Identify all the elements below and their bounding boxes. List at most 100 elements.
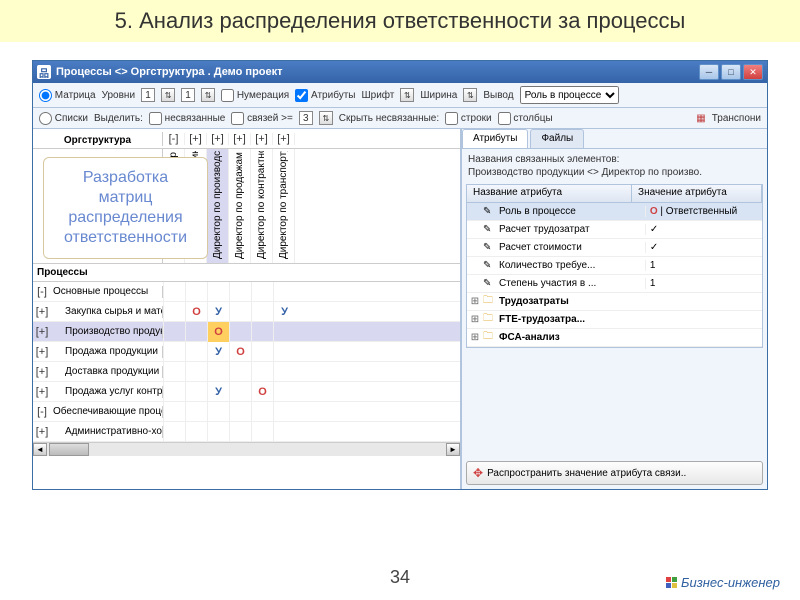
column-header[interactable]: Директор по продажам ... xyxy=(229,149,251,263)
attribute-folder[interactable]: ⊞🗀Трудозатраты xyxy=(467,293,762,311)
matrix-cell[interactable] xyxy=(273,422,295,442)
row-expand[interactable]: [-] xyxy=(33,406,51,418)
matrix-cell[interactable]: У xyxy=(207,342,229,362)
minimize-button[interactable]: ─ xyxy=(699,64,719,80)
row-expand[interactable]: [-] xyxy=(33,286,51,298)
row-expand[interactable]: [+] xyxy=(33,346,51,358)
matrix-cell[interactable] xyxy=(163,402,185,422)
matrix-cell[interactable] xyxy=(273,382,295,402)
matrix-cell[interactable] xyxy=(251,342,273,362)
matrix-cell[interactable] xyxy=(163,282,185,302)
matrix-cell[interactable] xyxy=(163,422,185,442)
font-stepper[interactable]: ⇅ xyxy=(400,88,414,102)
output-select[interactable]: Роль в процессе xyxy=(520,86,619,104)
matrix-row[interactable]: [+]Продажа продукцииУО xyxy=(33,342,460,362)
matrix-cell[interactable] xyxy=(163,382,185,402)
matrix-cell[interactable] xyxy=(207,402,229,422)
matrix-cell[interactable] xyxy=(207,282,229,302)
scroll-right-icon[interactable]: ► xyxy=(446,443,460,456)
matrix-cell[interactable] xyxy=(185,362,207,382)
maximize-button[interactable]: □ xyxy=(721,64,741,80)
matrix-cell[interactable] xyxy=(273,402,295,422)
matrix-row[interactable]: [+]Административно-хозяйственное ... xyxy=(33,422,460,442)
tab-attributes[interactable]: Атрибуты xyxy=(462,129,528,148)
matrix-cell[interactable] xyxy=(229,422,251,442)
col-expand[interactable]: [+] xyxy=(251,133,273,145)
attr-col-name[interactable]: Название атрибута xyxy=(467,185,632,202)
matrix-cell[interactable] xyxy=(207,362,229,382)
links-ge-checkbox[interactable]: связей >= xyxy=(231,112,292,125)
attribute-row[interactable]: ✎Степень участия в ...1 xyxy=(467,275,762,293)
matrix-cell[interactable]: У xyxy=(273,302,295,322)
row-expand[interactable]: [+] xyxy=(33,306,51,318)
matrix-cell[interactable] xyxy=(163,302,185,322)
matrix-cell[interactable] xyxy=(185,402,207,422)
matrix-cell[interactable] xyxy=(273,282,295,302)
matrix-cell[interactable] xyxy=(251,282,273,302)
matrix-cell[interactable] xyxy=(229,362,251,382)
column-header[interactable]: Директор по транспорту xyxy=(273,149,295,263)
horizontal-scrollbar[interactable]: ◄ ► xyxy=(33,442,460,456)
matrix-cell[interactable] xyxy=(229,402,251,422)
radio-matrix[interactable]: Матрица xyxy=(39,89,96,102)
col-expand[interactable]: [+] xyxy=(185,133,207,145)
attribute-row[interactable]: ✎Расчет стоимости✓ xyxy=(467,239,762,257)
matrix-row[interactable]: [+]Доставка продукции потребителям xyxy=(33,362,460,382)
matrix-row[interactable]: [-]Основные процессы xyxy=(33,282,460,302)
matrix-cell[interactable] xyxy=(251,402,273,422)
matrix-cell[interactable] xyxy=(273,362,295,382)
matrix-cell[interactable] xyxy=(229,282,251,302)
links-stepper[interactable]: ⇅ xyxy=(319,111,333,125)
col-expand[interactable]: [+] xyxy=(207,133,229,145)
matrix-cell[interactable] xyxy=(229,322,251,342)
matrix-cell[interactable]: У xyxy=(207,382,229,402)
column-header[interactable]: Директор по производс... xyxy=(207,149,229,263)
matrix-cell[interactable] xyxy=(229,382,251,402)
matrix-cell[interactable] xyxy=(251,322,273,342)
scroll-left-icon[interactable]: ◄ xyxy=(33,443,47,456)
matrix-cell[interactable] xyxy=(163,362,185,382)
numbering-checkbox[interactable]: Нумерация xyxy=(221,89,289,102)
matrix-cell[interactable] xyxy=(185,422,207,442)
width-stepper[interactable]: ⇅ xyxy=(463,88,477,102)
matrix-cell[interactable] xyxy=(185,282,207,302)
level-b-input[interactable]: 1 xyxy=(181,88,195,102)
row-expand[interactable]: [+] xyxy=(33,326,51,338)
matrix-cell[interactable] xyxy=(273,342,295,362)
attribute-row[interactable]: ✎Расчет трудозатрат✓ xyxy=(467,221,762,239)
matrix-cell[interactable] xyxy=(207,422,229,442)
matrix-cell[interactable]: О xyxy=(207,322,229,342)
matrix-cell[interactable]: О xyxy=(185,302,207,322)
transpose-button[interactable]: Транспони xyxy=(712,113,761,124)
level-b-stepper[interactable]: ⇅ xyxy=(201,88,215,102)
radio-lists[interactable]: Списки xyxy=(39,112,88,125)
row-expand[interactable]: [+] xyxy=(33,426,51,438)
matrix-row[interactable]: [+]Закупка сырья и материаловОУУ xyxy=(33,302,460,322)
matrix-cell[interactable]: У xyxy=(207,302,229,322)
matrix-cell[interactable] xyxy=(251,302,273,322)
matrix-cell[interactable] xyxy=(163,322,185,342)
col-expand[interactable]: [+] xyxy=(229,133,251,145)
matrix-cell[interactable] xyxy=(229,302,251,322)
links-value-input[interactable]: 3 xyxy=(299,111,313,125)
attributes-checkbox[interactable]: Атрибуты xyxy=(295,89,355,102)
matrix-row[interactable]: [-]Обеспечивающие процессы xyxy=(33,402,460,422)
attr-col-value[interactable]: Значение атрибута xyxy=(632,185,762,202)
level-a-input[interactable]: 1 xyxy=(141,88,155,102)
matrix-row[interactable]: [+]Производство продукцииО xyxy=(33,322,460,342)
propagate-button[interactable]: ✥ Распространить значение атрибута связи… xyxy=(466,461,763,485)
attribute-folder[interactable]: ⊞🗀ФСА-анализ xyxy=(467,329,762,347)
matrix-cell[interactable] xyxy=(251,362,273,382)
row-expand[interactable]: [+] xyxy=(33,386,51,398)
attribute-folder[interactable]: ⊞🗀FTE-трудозатра... xyxy=(467,311,762,329)
matrix-cell[interactable] xyxy=(251,422,273,442)
attribute-row[interactable]: ✎Количество требуе...1 xyxy=(467,257,762,275)
close-button[interactable]: ✕ xyxy=(743,64,763,80)
scroll-thumb[interactable] xyxy=(49,443,89,456)
column-header[interactable]: Директор по контрактно... xyxy=(251,149,273,263)
matrix-cell[interactable]: О xyxy=(229,342,251,362)
matrix-cell[interactable] xyxy=(185,382,207,402)
matrix-row[interactable]: [+]Продажа услуг контрактного произ...УО xyxy=(33,382,460,402)
level-a-stepper[interactable]: ⇅ xyxy=(161,88,175,102)
col-expand[interactable]: [-] xyxy=(163,133,185,145)
